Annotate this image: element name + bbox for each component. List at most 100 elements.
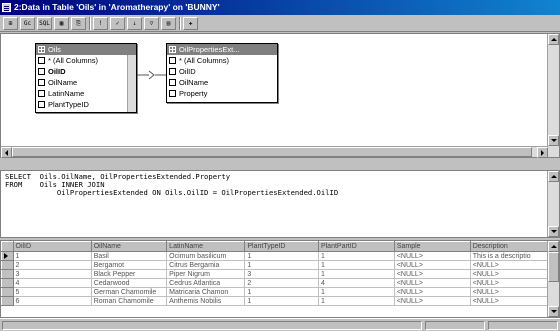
table-row[interactable]: 2 Bergamot Citrus Bergamia 1 1 <NULL> <NULL>: [1, 260, 550, 270]
table-row[interactable]: 6 Roman Chamomile Anthemis Nobilis 1 1 <NULL>…: [1, 296, 550, 306]
column-header[interactable]: OilName: [90, 241, 168, 252]
grid-cell[interactable]: Ocimum basilicum: [166, 251, 246, 261]
grid-cell[interactable]: Citrus Bergamia: [166, 260, 246, 270]
change-query-type-icon[interactable]: ⎘: [71, 17, 86, 30]
grid-cell[interactable]: <NULL>: [470, 278, 550, 288]
results-vertical-scrollbar[interactable]: [547, 241, 559, 317]
column-row[interactable]: OilName: [36, 77, 136, 88]
diagram-vertical-scrollbar[interactable]: [547, 34, 559, 157]
column-checkbox[interactable]: [169, 68, 176, 75]
grid-cell[interactable]: This is a descriptio: [470, 251, 550, 261]
grid-cell[interactable]: <NULL>: [394, 251, 471, 261]
grid-cell[interactable]: Matricaria Chamon: [166, 287, 246, 297]
grid-cell[interactable]: <NULL>: [470, 269, 550, 279]
grid-cell[interactable]: German Chamomile: [91, 287, 168, 297]
grid-cell[interactable]: 1: [244, 260, 319, 270]
grid-cell[interactable]: <NULL>: [394, 269, 471, 279]
grid-cell[interactable]: Cedrus Atlantica: [166, 278, 246, 288]
column-header[interactable]: Description: [469, 241, 550, 252]
grid-cell[interactable]: <NULL>: [394, 287, 471, 297]
column-checkbox[interactable]: [38, 101, 45, 108]
row-selector[interactable]: [1, 260, 14, 270]
table-oil-properties-extended[interactable]: OilPropertiesExt... * (All Columns) OilID…: [166, 43, 278, 103]
scroll-up-icon[interactable]: [548, 171, 559, 182]
column-row[interactable]: Property: [167, 88, 277, 99]
scroll-down-icon[interactable]: [548, 306, 559, 317]
grid-cell[interactable]: 4: [13, 278, 92, 288]
table-row[interactable]: 3 Black Pepper Piper Nigrum 3 1 <NULL> <NULL>: [1, 269, 550, 279]
sql-statement[interactable]: SELECT Oils.OilName, OilPropertiesExtend…: [5, 173, 338, 197]
grid-cell[interactable]: 1: [318, 260, 395, 270]
grid-cell[interactable]: <NULL>: [394, 260, 471, 270]
column-checkbox[interactable]: [38, 57, 45, 64]
table-row[interactable]: 4 Cedarwood Cedrus Atlantica 2 4 <NULL> <NULL>: [1, 278, 550, 288]
grid-cell[interactable]: Roman Chamomile: [91, 296, 168, 306]
table-row[interactable]: 5 German Chamomile Matricaria Chamon 1 1 <NUL…: [1, 287, 550, 297]
grid-cell[interactable]: 1: [244, 287, 319, 297]
column-header[interactable]: LatinName: [166, 241, 246, 252]
sql-pane[interactable]: SELECT Oils.OilName, OilPropertiesExtend…: [0, 170, 560, 238]
grid-cell[interactable]: <NULL>: [470, 296, 550, 306]
scroll-thumb[interactable]: [12, 147, 532, 157]
sql-vertical-scrollbar[interactable]: [547, 171, 559, 237]
scroll-down-icon[interactable]: [548, 226, 559, 237]
table-row[interactable]: 1 Basil Ocimum basilicum 1 1 <NULL> This is a …: [1, 251, 550, 261]
results-pane[interactable]: OilID OilName LatinName PlantTypeID PlantPar…: [0, 240, 560, 318]
column-row[interactable]: PlantTypeID: [36, 99, 136, 110]
row-selector[interactable]: [1, 296, 14, 306]
column-header[interactable]: OilID: [12, 241, 92, 252]
column-row[interactable]: OilID: [167, 66, 277, 77]
grid-cell[interactable]: 3: [13, 269, 92, 279]
scroll-up-icon[interactable]: [548, 241, 559, 252]
scroll-down-icon[interactable]: [548, 135, 559, 146]
column-checkbox[interactable]: [38, 79, 45, 86]
grid-cell[interactable]: Bergamot: [91, 260, 168, 270]
scroll-left-icon[interactable]: [1, 147, 12, 158]
table-title[interactable]: Oils: [36, 44, 136, 55]
column-checkbox[interactable]: [169, 57, 176, 64]
group-by-icon[interactable]: ▤: [161, 17, 176, 30]
grid-cell[interactable]: 1: [244, 251, 319, 261]
row-selector[interactable]: [1, 269, 14, 279]
grid-cell[interactable]: <NULL>: [470, 260, 550, 270]
run-icon[interactable]: !: [93, 17, 108, 30]
scroll-up-icon[interactable]: [548, 34, 559, 45]
grid-cell[interactable]: <NULL>: [394, 278, 471, 288]
column-checkbox[interactable]: [38, 90, 45, 97]
scroll-right-icon[interactable]: [537, 147, 548, 158]
table-oils[interactable]: Oils * (All Columns) OilID OilName LatinNam…: [35, 43, 137, 113]
diagram-pane-icon[interactable]: ⊞: [3, 17, 18, 30]
add-table-icon[interactable]: ✚: [183, 17, 198, 30]
grid-cell[interactable]: Basil: [91, 251, 168, 261]
column-row[interactable]: OilName: [167, 77, 277, 88]
column-checkbox[interactable]: [169, 90, 176, 97]
grid-cell[interactable]: 1: [244, 296, 319, 306]
diagram-pane[interactable]: Oils * (All Columns) OilID OilName LatinNam…: [0, 33, 560, 158]
grid-cell[interactable]: 3: [244, 269, 319, 279]
window-title-bar[interactable]: 2:Data in Table 'Oils' in 'Aromatherapy'…: [0, 0, 560, 15]
column-header[interactable]: PlantPartID: [317, 241, 395, 252]
grid-cell[interactable]: 2: [13, 260, 92, 270]
grid-cell[interactable]: Anthemis Nobilis: [166, 296, 246, 306]
grid-cell[interactable]: 1: [318, 269, 395, 279]
grid-pane-icon[interactable]: Gc: [20, 17, 35, 30]
grid-cell[interactable]: 5: [13, 287, 92, 297]
current-row-indicator-icon[interactable]: [1, 251, 14, 261]
column-checkbox[interactable]: [38, 68, 45, 75]
column-row[interactable]: OilID: [36, 66, 136, 77]
column-row[interactable]: * (All Columns): [36, 55, 136, 66]
column-header[interactable]: Sample: [393, 241, 471, 252]
grid-cell[interactable]: 1: [318, 251, 395, 261]
pane-splitter[interactable]: [0, 158, 548, 160]
grid-cell[interactable]: <NULL>: [470, 287, 550, 297]
row-selector[interactable]: [1, 278, 14, 288]
grid-cell[interactable]: 1: [318, 287, 395, 297]
sort-icon[interactable]: ↓: [127, 17, 142, 30]
column-row[interactable]: * (All Columns): [167, 55, 277, 66]
join-line[interactable]: [137, 70, 167, 80]
grid-corner[interactable]: [1, 241, 14, 252]
results-pane-icon[interactable]: ▦: [54, 17, 69, 30]
grid-cell[interactable]: <NULL>: [394, 296, 471, 306]
column-row[interactable]: LatinName: [36, 88, 136, 99]
column-header[interactable]: PlantTypeID: [244, 241, 319, 252]
